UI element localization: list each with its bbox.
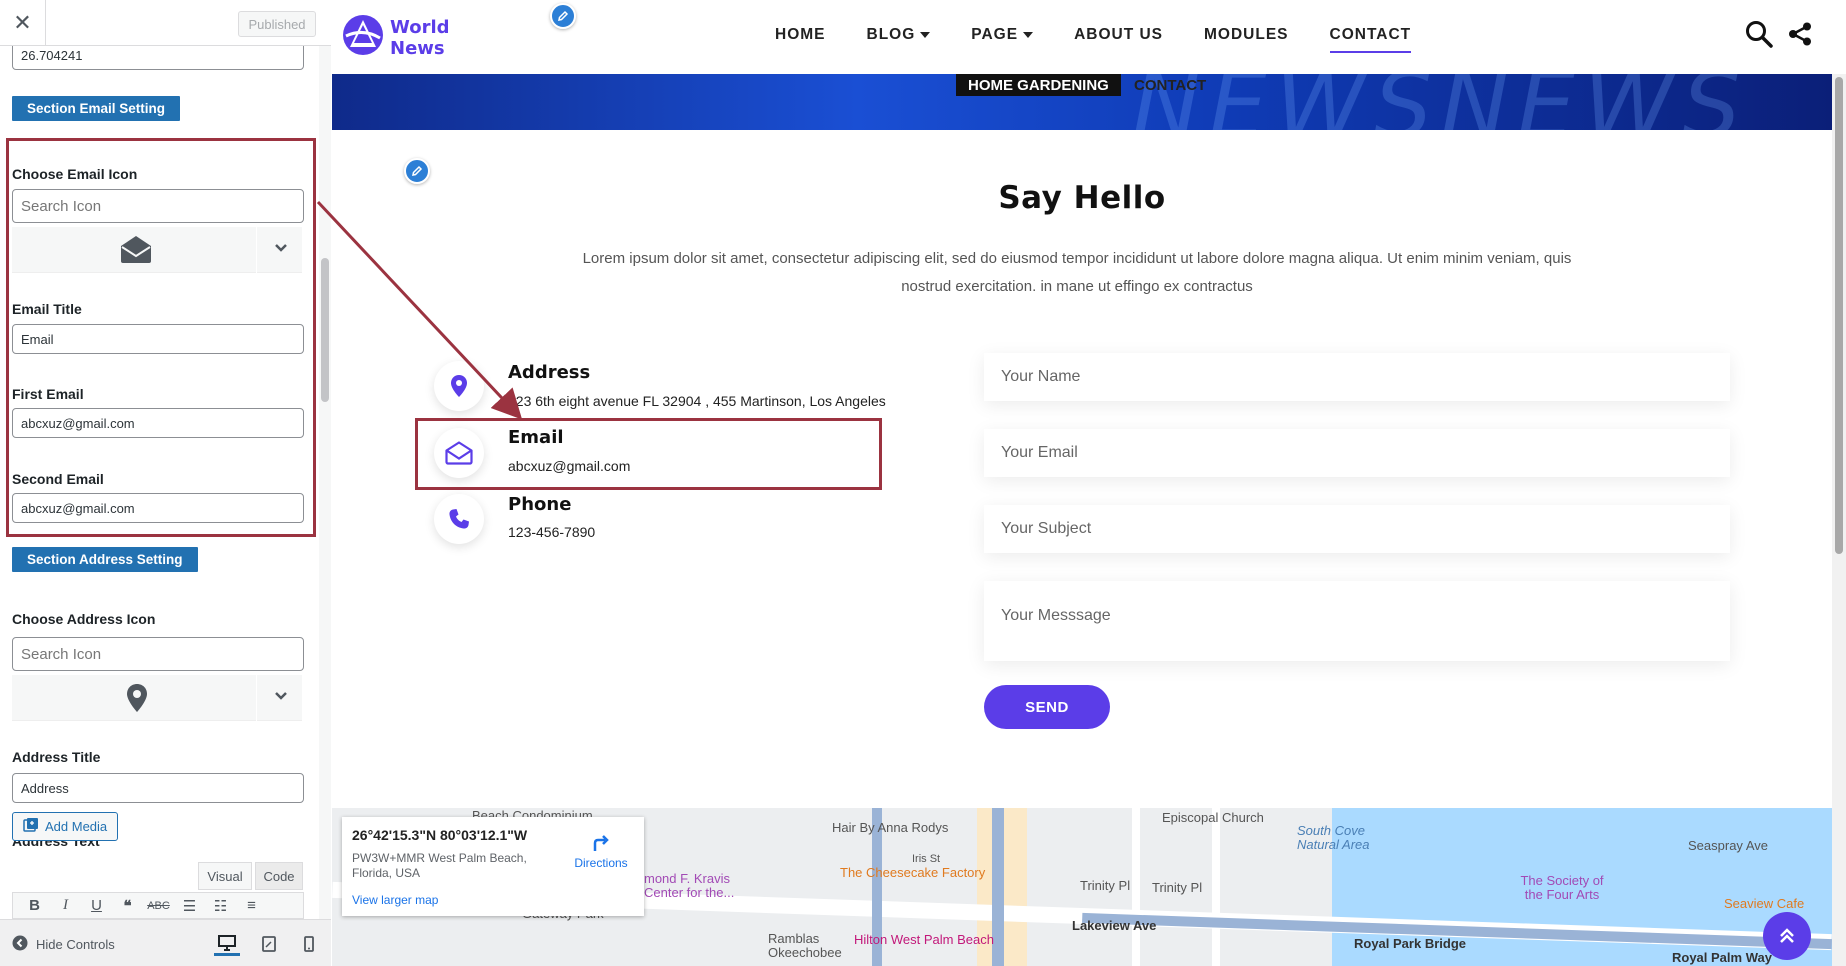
subject-input[interactable]: Your Subject xyxy=(984,505,1730,553)
address-title-field[interactable]: Address xyxy=(12,773,304,803)
map-road xyxy=(1212,808,1220,966)
address-icon-search-input[interactable]: Search Icon xyxy=(12,637,304,671)
italic-icon[interactable]: I xyxy=(50,897,81,914)
tablet-preview-icon[interactable] xyxy=(256,932,282,956)
site-header: World News HOME BLOG PAGE ABOUT US MODUL… xyxy=(332,0,1832,74)
email-settings-highlight xyxy=(6,138,316,537)
tab-visual[interactable]: Visual xyxy=(198,862,252,890)
page-banner: NEWSNEWS HOME GARDENING CONTACT xyxy=(332,74,1832,130)
view-larger-map-link[interactable]: View larger map xyxy=(352,893,438,907)
caret-down-icon xyxy=(1023,32,1034,38)
add-media-label: Add Media xyxy=(45,819,108,834)
customizer-sidebar: ✕ Published 26.704241 Section Email Sett… xyxy=(0,0,331,966)
section-address-setting-button[interactable]: Section Address Setting xyxy=(12,547,198,572)
site-logo[interactable]: World News xyxy=(342,14,450,61)
map-address: PW3W+MMR West Palm Beach, Florida, USA xyxy=(352,851,527,880)
scrollbar-thumb[interactable] xyxy=(321,258,329,402)
address-icon xyxy=(434,361,484,411)
add-media-button[interactable]: Add Media xyxy=(12,812,119,841)
desktop-preview-icon[interactable] xyxy=(214,932,240,956)
site-preview: World News HOME BLOG PAGE ABOUT US MODUL… xyxy=(332,0,1832,966)
window-scrollbar-thumb[interactable] xyxy=(1835,77,1843,554)
blockquote-icon[interactable]: ❝ xyxy=(112,897,143,915)
nav-page[interactable]: PAGE xyxy=(971,26,1034,44)
latitude-field[interactable]: 26.704241 xyxy=(12,46,304,70)
address-title-label: Address Title xyxy=(12,749,101,765)
world-news-logo-icon xyxy=(342,14,384,61)
directions-link[interactable]: Directions xyxy=(568,833,634,870)
google-map[interactable]: Beach Condominium Hair By Anna Rodys Epi… xyxy=(332,808,1832,966)
page-title: Say Hello xyxy=(998,180,1166,216)
phone-title: Phone xyxy=(508,494,572,515)
intro-text: Lorem ipsum dolor sit amet, consectetur … xyxy=(582,250,1572,295)
published-button[interactable]: Published xyxy=(238,11,316,37)
breadcrumb-current: CONTACT xyxy=(1134,76,1207,94)
caret-down-icon xyxy=(920,32,931,38)
picker-divider xyxy=(256,675,257,721)
logo-line-2: News xyxy=(390,37,445,59)
chevron-down-icon[interactable] xyxy=(274,689,288,708)
address-title: Address xyxy=(508,362,591,383)
email-block-highlight xyxy=(415,418,882,490)
breadcrumb-home[interactable]: HOME GARDENING xyxy=(956,74,1121,96)
address-icon-picker[interactable] xyxy=(12,675,302,721)
customizer-header: ✕ Published xyxy=(0,0,331,46)
phone-icon xyxy=(434,494,484,544)
main-nav: HOME BLOG PAGE ABOUT US MODULES CONTACT xyxy=(775,26,1452,53)
map-coordinates: 26°42'15.3"N 80°03'12.1"W xyxy=(352,827,528,843)
map-road xyxy=(1132,808,1140,966)
nav-about-us[interactable]: ABOUT US xyxy=(1074,26,1163,44)
nav-modules[interactable]: MODULES xyxy=(1204,26,1289,44)
name-input[interactable]: Your Name xyxy=(984,353,1730,401)
banner-decoration: NEWSNEWS xyxy=(1132,74,1749,130)
nav-contact[interactable]: CONTACT xyxy=(1329,26,1412,53)
nav-blog[interactable]: BLOG xyxy=(867,26,931,44)
share-icon[interactable] xyxy=(1788,22,1812,51)
hide-controls-button[interactable]: Hide Controls xyxy=(12,935,115,954)
editor-toolbar: B I U ❝ ABC ☰ ☷ ≡ xyxy=(12,892,304,919)
nav-home[interactable]: HOME xyxy=(775,26,826,44)
close-icon[interactable]: ✕ xyxy=(0,0,46,46)
section-email-setting-button[interactable]: Section Email Setting xyxy=(12,96,181,121)
directions-icon xyxy=(568,833,634,856)
address-text: 123 6th eight avenue FL 32904 , 455 Mart… xyxy=(508,393,886,409)
edit-shortcut-pencil-icon[interactable] xyxy=(550,3,576,29)
hide-controls-label: Hide Controls xyxy=(36,937,115,952)
window-scrollbar[interactable] xyxy=(1832,74,1846,966)
numbered-list-icon[interactable]: ☷ xyxy=(205,897,236,915)
tab-code[interactable]: Code xyxy=(255,862,303,890)
map-info-card: 26°42'15.3"N 80°03'12.1"W PW3W+MMR West … xyxy=(342,817,644,916)
strikethrough-icon[interactable]: ABC xyxy=(143,900,174,912)
send-button[interactable]: SEND xyxy=(984,685,1110,729)
map-marker-icon xyxy=(126,683,148,718)
arrow-left-circle-icon xyxy=(12,935,28,954)
email-input[interactable]: Your Email xyxy=(984,429,1730,477)
underline-icon[interactable]: U xyxy=(81,897,112,914)
phone-text: 123-456-7890 xyxy=(508,524,596,540)
search-icon[interactable] xyxy=(1745,20,1773,53)
scroll-to-top-button[interactable] xyxy=(1763,912,1811,960)
customizer-footer: Hide Controls xyxy=(0,919,331,966)
message-textarea[interactable]: Your Messsage xyxy=(984,581,1730,661)
double-chevron-up-icon xyxy=(1780,928,1794,943)
align-left-icon[interactable]: ≡ xyxy=(236,897,267,914)
mobile-preview-icon[interactable] xyxy=(296,932,322,956)
media-icon xyxy=(23,817,39,836)
choose-address-icon-label: Choose Address Icon xyxy=(12,611,156,627)
bullet-list-icon[interactable]: ☰ xyxy=(174,897,205,915)
logo-line-1: World xyxy=(390,16,450,38)
sidebar-scrollbar[interactable] xyxy=(319,46,331,919)
bold-icon[interactable]: B xyxy=(19,897,50,914)
